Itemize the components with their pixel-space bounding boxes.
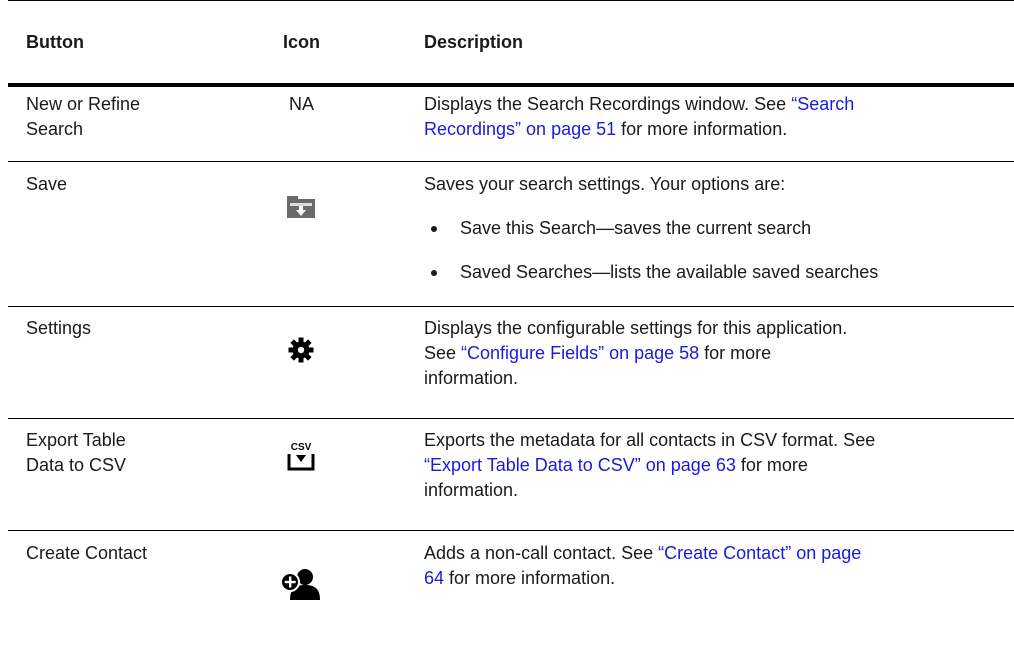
header-icon: Icon (282, 32, 320, 52)
configure-fields-link[interactable]: “Configure Fields” on page 58 (461, 343, 699, 363)
row-button-name: Save (26, 174, 68, 194)
csv-icon-label: CSV (291, 442, 312, 453)
icon-na-text: NA (288, 94, 314, 114)
csv-export-icon: CSV (287, 441, 315, 471)
header-divider (8, 83, 1014, 87)
header-description: Description (424, 32, 524, 52)
row-button-name: New or Refine Search (26, 94, 141, 139)
row-button-name: Export Table Data to CSV (26, 430, 127, 475)
row-description: Displays the configurable settings for t… (424, 318, 848, 388)
row-description: Displays the Search Recordings window. S… (424, 94, 855, 139)
row-description: Exports the metadata for all contacts in… (424, 430, 876, 500)
export-table-data-link[interactable]: “Export Table Data to CSV” on page 63 (424, 455, 736, 475)
row-description: Saves your search settings. Your options… (424, 174, 786, 194)
add-contact-icon (280, 568, 324, 600)
row-divider (8, 161, 1014, 162)
create-contact-link[interactable]: 64 (424, 568, 444, 588)
table-border-top (8, 0, 1014, 1)
create-contact-link[interactable]: “Create Contact” on page (658, 543, 861, 563)
row-divider (8, 306, 1014, 307)
search-recordings-link[interactable]: “Search (791, 94, 854, 114)
row-divider (8, 418, 1014, 419)
gear-icon (288, 337, 314, 363)
row-divider (8, 530, 1014, 531)
search-recordings-link[interactable]: Recordings” on page 51 (424, 119, 616, 139)
save-folder-icon (287, 196, 315, 218)
row-description: Adds a non-call contact. See “Create Con… (424, 543, 862, 588)
row-button-name: Create Contact (26, 543, 148, 563)
header-button: Button (26, 32, 84, 52)
row-button-name: Settings (26, 318, 92, 338)
